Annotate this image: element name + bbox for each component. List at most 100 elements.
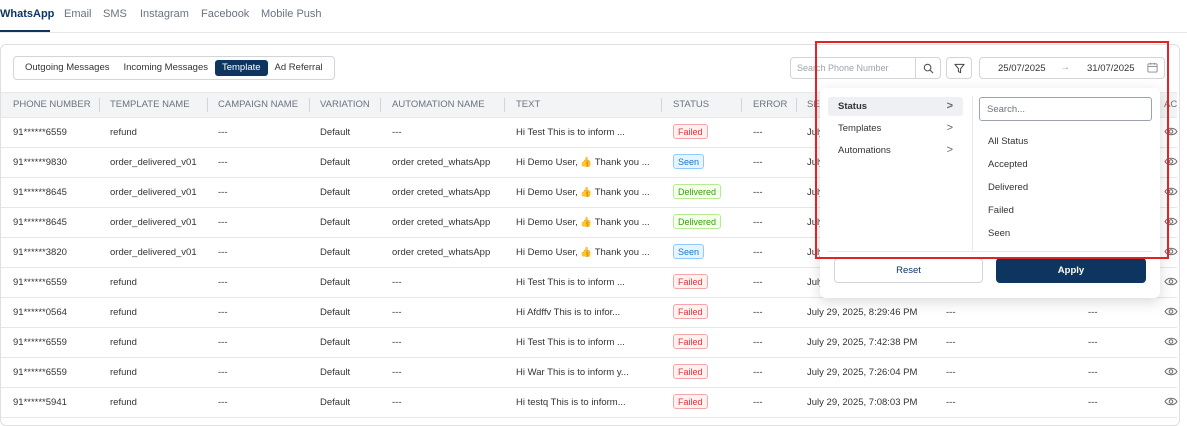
- cell-variation: Default: [320, 127, 351, 138]
- cell-text: Hi testq This is to inform...: [516, 397, 626, 408]
- cell-text: Hi War This is to inform y...: [516, 367, 629, 378]
- cell-extra: ---: [1088, 307, 1098, 318]
- cell-error: ---: [753, 247, 763, 258]
- cell-error: ---: [753, 157, 763, 168]
- tab-facebook[interactable]: Facebook: [201, 8, 249, 20]
- chevron-right-icon: >: [946, 144, 953, 156]
- tab-mobile-push[interactable]: Mobile Push: [261, 8, 322, 20]
- cell-extra: ---: [946, 337, 956, 348]
- col-campaign-name: CAMPAIGN NAME: [218, 99, 299, 110]
- tab-incoming-messages[interactable]: Incoming Messages: [117, 60, 215, 76]
- cell-text: Hi Afdffv This is to infor...: [516, 307, 621, 318]
- tab-whatsapp[interactable]: WhatsApp: [0, 8, 54, 20]
- eye-icon[interactable]: [1164, 246, 1178, 257]
- cell-phone: 91******8645: [13, 187, 67, 198]
- eye-icon[interactable]: [1164, 186, 1178, 197]
- status-badge: Failed: [673, 334, 708, 349]
- cell-error: ---: [753, 397, 763, 408]
- cell-automation: order creted_whatsApp: [392, 217, 491, 228]
- cell-campaign: ---: [218, 127, 228, 138]
- reset-button[interactable]: Reset: [834, 258, 983, 283]
- col-automation-name: AUTOMATION NAME: [392, 99, 485, 110]
- phone-search: [790, 57, 941, 79]
- chevron-right-icon: >: [946, 100, 953, 112]
- col-status: STATUS: [673, 99, 710, 110]
- tab-instagram[interactable]: Instagram: [140, 8, 189, 20]
- tab-email[interactable]: Email: [64, 8, 92, 20]
- status-badge: Failed: [673, 124, 708, 139]
- col-sent: SE: [807, 99, 820, 110]
- search-button[interactable]: [915, 58, 940, 78]
- tab-sms[interactable]: SMS: [103, 8, 127, 20]
- cell-automation: ---: [392, 367, 402, 378]
- channel-tabs: WhatsApp Email SMS Instagram Facebook Mo…: [0, 0, 1187, 33]
- cell-sent-at: July 29, 2025, 7:42:38 PM: [807, 337, 918, 348]
- eye-icon[interactable]: [1164, 366, 1178, 377]
- table-row[interactable]: 91******6559 refund --- Default --- Hi War Th…: [1, 358, 1178, 388]
- filter-category-automations[interactable]: Automations >: [828, 141, 963, 160]
- cell-extra: ---: [1088, 337, 1098, 348]
- eye-icon[interactable]: [1164, 156, 1178, 167]
- filter-search-input[interactable]: [979, 97, 1152, 121]
- filter-icon: [953, 63, 965, 73]
- cell-campaign: ---: [218, 337, 228, 348]
- filter-category-templates[interactable]: Templates >: [828, 119, 963, 138]
- apply-button[interactable]: Apply: [996, 258, 1146, 283]
- filter-option-accepted[interactable]: Accepted: [988, 159, 1028, 170]
- tab-ad-referral[interactable]: Ad Referral: [268, 60, 330, 76]
- filter-dropdown: Status > Templates > Automations > All S…: [820, 88, 1160, 298]
- cell-error: ---: [753, 307, 763, 318]
- search-icon: [923, 63, 933, 73]
- cell-sent-at: July 29, 2025, 7:26:04 PM: [807, 367, 918, 378]
- filter-category-status[interactable]: Status >: [828, 97, 963, 116]
- cell-campaign: ---: [218, 187, 228, 198]
- eye-icon[interactable]: [1164, 396, 1178, 407]
- date-start: 25/07/2025: [998, 63, 1046, 74]
- cell-template: order_delivered_v01: [110, 217, 197, 228]
- search-input[interactable]: [791, 58, 915, 78]
- eye-icon[interactable]: [1164, 336, 1178, 347]
- cell-variation: Default: [320, 157, 351, 168]
- eye-icon[interactable]: [1164, 126, 1178, 137]
- cell-campaign: ---: [218, 157, 228, 168]
- col-variation: VARIATION: [320, 99, 370, 110]
- tab-template[interactable]: Template: [214, 60, 268, 76]
- cell-phone: 91******6559: [13, 337, 67, 348]
- table-row[interactable]: 91******6559 refund --- Default --- Hi Test T…: [1, 328, 1178, 358]
- cell-campaign: ---: [218, 217, 228, 228]
- cell-variation: Default: [320, 397, 351, 408]
- active-tab-indicator: [0, 30, 50, 32]
- cell-campaign: ---: [218, 277, 228, 288]
- table-row[interactable]: 91******0564 refund --- Default --- Hi Afdffv…: [1, 298, 1178, 328]
- cell-template: refund: [110, 127, 137, 138]
- date-end: 31/07/2025: [1087, 63, 1135, 74]
- arrow-right-icon: →: [1060, 62, 1070, 73]
- cell-variation: Default: [320, 337, 351, 348]
- cell-phone: 91******8645: [13, 217, 67, 228]
- filter-option-all-status[interactable]: All Status: [988, 136, 1028, 147]
- cell-automation: ---: [392, 307, 402, 318]
- eye-icon[interactable]: [1164, 306, 1178, 317]
- cell-automation: ---: [392, 127, 402, 138]
- date-range-picker[interactable]: 25/07/2025 → 31/07/2025: [979, 57, 1165, 79]
- status-badge: Seen: [673, 154, 705, 169]
- cell-automation: ---: [392, 277, 402, 288]
- cell-extra: ---: [1088, 367, 1098, 378]
- filter-option-failed[interactable]: Failed: [988, 205, 1014, 216]
- cell-automation: order creted_whatsApp: [392, 187, 491, 198]
- filter-option-delivered[interactable]: Delivered: [988, 182, 1028, 193]
- filter-option-seen[interactable]: Seen: [988, 228, 1010, 239]
- cell-variation: Default: [320, 187, 351, 198]
- eye-icon[interactable]: [1164, 276, 1178, 287]
- cell-automation: ---: [392, 397, 402, 408]
- cell-template: order_delivered_v01: [110, 157, 197, 168]
- eye-icon[interactable]: [1164, 216, 1178, 227]
- cell-text: Hi Demo User, 👍 Thank you ...: [516, 157, 650, 168]
- cell-campaign: ---: [218, 397, 228, 408]
- cell-phone: 91******9830: [13, 157, 67, 168]
- cell-error: ---: [753, 337, 763, 348]
- filter-button[interactable]: [946, 57, 972, 79]
- tab-outgoing-messages[interactable]: Outgoing Messages: [18, 60, 117, 76]
- status-badge: Delivered: [673, 214, 722, 229]
- cell-automation: order creted_whatsApp: [392, 247, 491, 258]
